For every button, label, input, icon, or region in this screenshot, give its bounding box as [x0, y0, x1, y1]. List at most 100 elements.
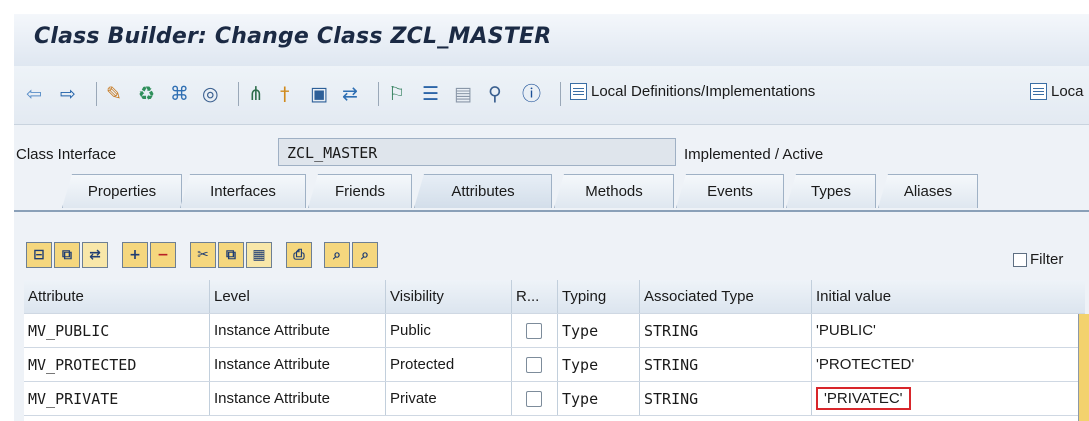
- visibility-cell[interactable]: Public: [386, 314, 512, 347]
- toolbar-separator: [238, 82, 239, 106]
- tab-properties[interactable]: Properties: [62, 174, 182, 208]
- tab-methods[interactable]: Methods: [554, 174, 674, 208]
- tab-label: Aliases: [903, 183, 953, 200]
- visibility-cell[interactable]: Private: [386, 382, 512, 415]
- title-bar: Class Builder: Change Class ZCL_MASTER: [14, 14, 1089, 67]
- table-row[interactable]: MV_PROTECTED Instance Attribute Protecte…: [24, 348, 1085, 382]
- info-icon[interactable]: ⓘ: [522, 80, 541, 108]
- typing-cell[interactable]: Type: [558, 382, 640, 415]
- associated-type-cell[interactable]: STRING: [640, 314, 812, 347]
- tab-strip: Properties Interfaces Friends Attributes…: [14, 174, 1089, 210]
- class-interface-field[interactable]: ZCL_MASTER: [278, 138, 676, 166]
- org-chart-icon[interactable]: ⚐: [388, 80, 405, 108]
- tab-label: Types: [810, 183, 852, 200]
- tab-events[interactable]: Events: [676, 174, 784, 208]
- associated-type-cell[interactable]: STRING: [640, 382, 812, 415]
- initial-value-cell[interactable]: 'PRIVATEC': [812, 382, 1085, 415]
- copy-row-icon[interactable]: ⧉: [54, 242, 80, 268]
- tab-label: Properties: [87, 183, 157, 200]
- column-header[interactable]: Typing: [558, 280, 640, 313]
- column-header[interactable]: Associated Type: [640, 280, 812, 313]
- transport-icon[interactable]: ♻: [138, 80, 155, 108]
- visibility-cell[interactable]: Protected: [386, 348, 512, 381]
- local-definitions-button[interactable]: Local Definitions/Implementations: [570, 83, 815, 100]
- toolbar-separator: [378, 82, 379, 106]
- highlighted-initial-value[interactable]: 'PRIVATEC': [816, 387, 911, 410]
- typing-cell[interactable]: Type: [558, 348, 640, 381]
- toolbar-separator: [560, 82, 561, 106]
- page-title: Class Builder: Change Class ZCL_MASTER: [34, 24, 552, 49]
- row-action-strip[interactable]: [1078, 314, 1089, 421]
- back-icon[interactable]: ⇦: [26, 80, 42, 108]
- table-row[interactable]: MV_PUBLIC Instance Attribute Public Type…: [24, 314, 1085, 348]
- tab-attributes[interactable]: Attributes: [414, 174, 552, 208]
- initial-value-cell[interactable]: 'PUBLIC': [812, 314, 1085, 347]
- cut-icon[interactable]: ✂: [190, 242, 216, 268]
- tab-label: Friends: [334, 183, 386, 200]
- readonly-checkbox[interactable]: [526, 356, 542, 373]
- where-used-icon[interactable]: ◎: [202, 80, 219, 108]
- hierarchy-icon[interactable]: ⋔: [248, 80, 264, 108]
- local-types-button[interactable]: Loca: [1030, 83, 1084, 100]
- class-status: Implemented / Active: [684, 146, 824, 163]
- tab-label: Events: [707, 183, 753, 200]
- paste-icon[interactable]: ▦: [246, 242, 272, 268]
- tab-friends[interactable]: Friends: [308, 174, 412, 208]
- relations-icon[interactable]: ⇄: [82, 242, 108, 268]
- panel-icon[interactable]: ▤: [454, 80, 472, 108]
- column-header[interactable]: Visibility: [386, 280, 512, 313]
- readonly-cell: [512, 348, 558, 381]
- level-cell[interactable]: Instance Attribute: [210, 314, 386, 347]
- column-header[interactable]: Level: [210, 280, 386, 313]
- associated-type-cell[interactable]: STRING: [640, 348, 812, 381]
- column-header[interactable]: R...: [512, 280, 558, 313]
- initial-value-cell[interactable]: 'PROTECTED': [812, 348, 1085, 381]
- table-header-row: Attribute Level Visibility R... Typing A…: [24, 280, 1085, 314]
- layout-icon[interactable]: ☰: [422, 80, 439, 108]
- readonly-cell: [512, 314, 558, 347]
- toolbar-separator: [96, 82, 97, 106]
- display-change-icon[interactable]: ⊟: [26, 242, 52, 268]
- find-icon[interactable]: ⌕: [324, 242, 350, 268]
- filter-icon[interactable]: ⚲: [488, 80, 502, 108]
- readonly-cell: [512, 382, 558, 415]
- readonly-checkbox[interactable]: [526, 390, 542, 407]
- insert-row-icon[interactable]: +: [122, 242, 148, 268]
- tab-label: Attributes: [451, 183, 515, 200]
- local-types-label: Loca: [1051, 83, 1084, 100]
- attribute-cell[interactable]: MV_PROTECTED: [24, 348, 210, 381]
- print-icon[interactable]: ⎙: [286, 242, 312, 268]
- attribute-cell[interactable]: MV_PRIVATE: [24, 382, 210, 415]
- relations-icon[interactable]: ⇄: [342, 80, 358, 108]
- pin-icon[interactable]: †: [280, 80, 290, 108]
- column-header[interactable]: Attribute: [24, 280, 210, 313]
- pencil-icon[interactable]: ✎: [106, 80, 122, 108]
- forward-icon[interactable]: ⇨: [60, 80, 76, 108]
- attribute-cell[interactable]: MV_PUBLIC: [24, 314, 210, 347]
- object-tree-icon[interactable]: ⌘: [170, 80, 189, 108]
- find-next-icon[interactable]: ⌕: [352, 242, 378, 268]
- readonly-checkbox[interactable]: [526, 322, 542, 339]
- document-icon: [1030, 83, 1047, 100]
- tab-aliases[interactable]: Aliases: [878, 174, 978, 208]
- local-definitions-label: Local Definitions/Implementations: [591, 83, 816, 100]
- tab-label: Methods: [585, 183, 643, 200]
- level-cell[interactable]: Instance Attribute: [210, 348, 386, 381]
- class-interface-label: Class Interface: [16, 146, 117, 163]
- tab-types[interactable]: Types: [786, 174, 876, 208]
- tab-interfaces[interactable]: Interfaces: [180, 174, 306, 208]
- document-icon: [570, 83, 587, 100]
- monitor-icon[interactable]: ▣: [310, 80, 328, 108]
- filter-control[interactable]: Filter: [1013, 251, 1063, 268]
- filter-checkbox[interactable]: [1013, 252, 1027, 267]
- typing-cell[interactable]: Type: [558, 314, 640, 347]
- delete-row-icon[interactable]: −: [150, 242, 176, 268]
- column-header[interactable]: Initial value: [812, 280, 1085, 313]
- copy-icon[interactable]: ⧉: [218, 242, 244, 268]
- tab-label: Interfaces: [210, 183, 276, 200]
- table-row[interactable]: MV_PRIVATE Instance Attribute Private Ty…: [24, 382, 1085, 416]
- application-toolbar: ⇦ ⇨ ✎ ♻ ⌘ ◎ ⋔ † ▣ ⇄ ⚐ ☰ ▤ ⚲ ⓘ Local Defi…: [14, 66, 1089, 125]
- filter-label: Filter: [1030, 251, 1064, 268]
- level-cell[interactable]: Instance Attribute: [210, 382, 386, 415]
- attributes-table: Attribute Level Visibility R... Typing A…: [24, 280, 1085, 421]
